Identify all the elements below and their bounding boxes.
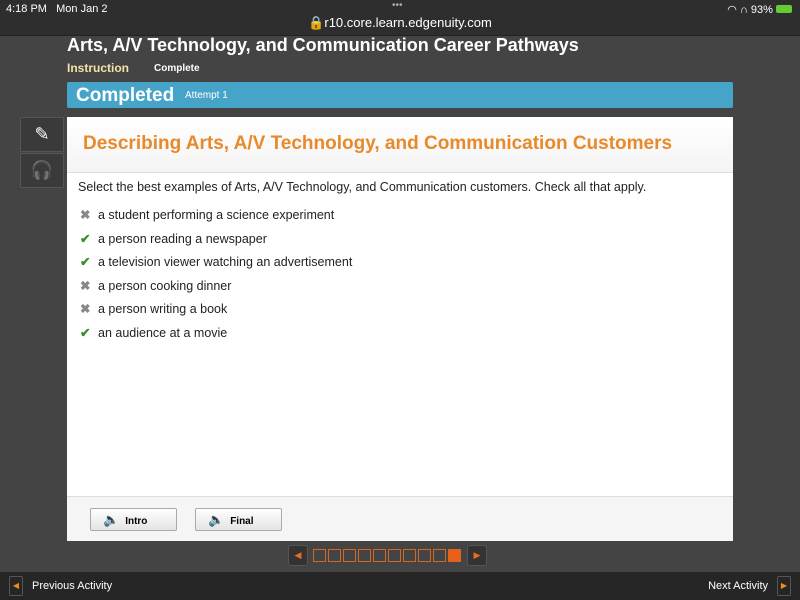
final-button[interactable]: 🔈 Final [195, 508, 282, 531]
date: Mon Jan 2 [56, 3, 108, 15]
previous-activity-link[interactable]: Previous Activity [32, 580, 112, 592]
option-text: a person cooking dinner [98, 278, 232, 293]
question-text: Select the best examples of Arts, A/V Te… [78, 180, 647, 194]
pencil-icon[interactable]: ✎ [20, 117, 64, 152]
page-box[interactable] [403, 549, 417, 562]
check-icon: ✔ [80, 325, 91, 340]
next-page-icon[interactable]: ▶ [466, 545, 487, 566]
x-icon: ✖ [80, 302, 91, 316]
speaker-icon: 🔈 [103, 512, 120, 527]
check-icon: ✔ [80, 255, 91, 269]
page-title: Arts, A/V Technology, and Communication … [67, 35, 579, 55]
option-item[interactable]: ✖ a person cooking dinner [80, 278, 231, 293]
page-box[interactable] [313, 549, 327, 562]
option-item[interactable]: ✖ a person writing a book [80, 301, 227, 316]
x-icon: ✖ [80, 278, 91, 293]
option-text: an audience at a movie [98, 325, 228, 340]
battery-icon [776, 5, 792, 13]
page-box[interactable] [343, 549, 357, 562]
option-item[interactable]: ✔ a person reading a newspaper [80, 231, 267, 246]
activity-heading: Describing Arts, A/V Technology, and Com… [83, 133, 673, 154]
wifi-icon: ◠ [727, 4, 737, 16]
tab-complete[interactable]: Complete [154, 63, 200, 74]
page-box[interactable] [388, 549, 402, 562]
headphones-icon[interactable]: 🎧 [20, 153, 64, 188]
x-icon: ✖ [80, 208, 91, 222]
check-icon: ✔ [80, 231, 91, 246]
page-box[interactable] [418, 549, 432, 562]
option-item[interactable]: ✔ a television viewer watching an adverti… [80, 254, 352, 269]
option-item[interactable]: ✔ an audience at a movie [80, 325, 227, 340]
time: 4:18 PM [6, 3, 47, 15]
headphones-status-icon: ∩ [739, 4, 748, 16]
battery-percent: 93% [750, 4, 773, 16]
next-activity-link[interactable]: Next Activity [708, 580, 768, 592]
page-box[interactable] [328, 549, 342, 562]
activity-card: Describing Arts, A/V Technology, and Com… [67, 117, 733, 541]
more-icon[interactable]: ••• [392, 0, 403, 11]
lock-icon: 🔒 [308, 15, 325, 30]
completed-banner: Completed Attempt 1 [67, 82, 733, 108]
prev-page-icon[interactable]: ◀ [288, 545, 308, 566]
next-arrow-icon[interactable]: ▶ [777, 576, 791, 596]
page-box[interactable] [358, 549, 372, 562]
page-box[interactable] [433, 549, 447, 562]
intro-button[interactable]: 🔈 Intro [90, 508, 177, 531]
url-bar[interactable]: 🔒r10.core.learn.edgenuity.com [0, 15, 800, 31]
previous-arrow-icon[interactable]: ◀ [9, 576, 23, 596]
tab-instruction[interactable]: Instruction [67, 61, 129, 75]
option-text: a person writing a book [98, 302, 228, 316]
option-text: a person reading a newspaper [98, 231, 267, 246]
status-bar: 4:18 PM Mon Jan 2 ••• 🔒r10.core.learn.ed… [0, 0, 800, 36]
option-text: a student performing a science experimen… [98, 208, 335, 222]
option-item[interactable]: ✖ a student performing a science experime… [80, 207, 334, 222]
bottom-nav: ◀ Previous Activity Next Activity ▶ [0, 572, 800, 600]
pager: ◀ ▶ [288, 545, 487, 566]
speaker-icon: 🔈 [208, 512, 225, 527]
option-text: a television viewer watching an advertis… [98, 255, 353, 269]
page-box[interactable] [448, 549, 462, 562]
page-box[interactable] [373, 549, 387, 562]
banner-label: Completed [76, 85, 175, 106]
attempt-label: Attempt 1 [185, 90, 228, 101]
